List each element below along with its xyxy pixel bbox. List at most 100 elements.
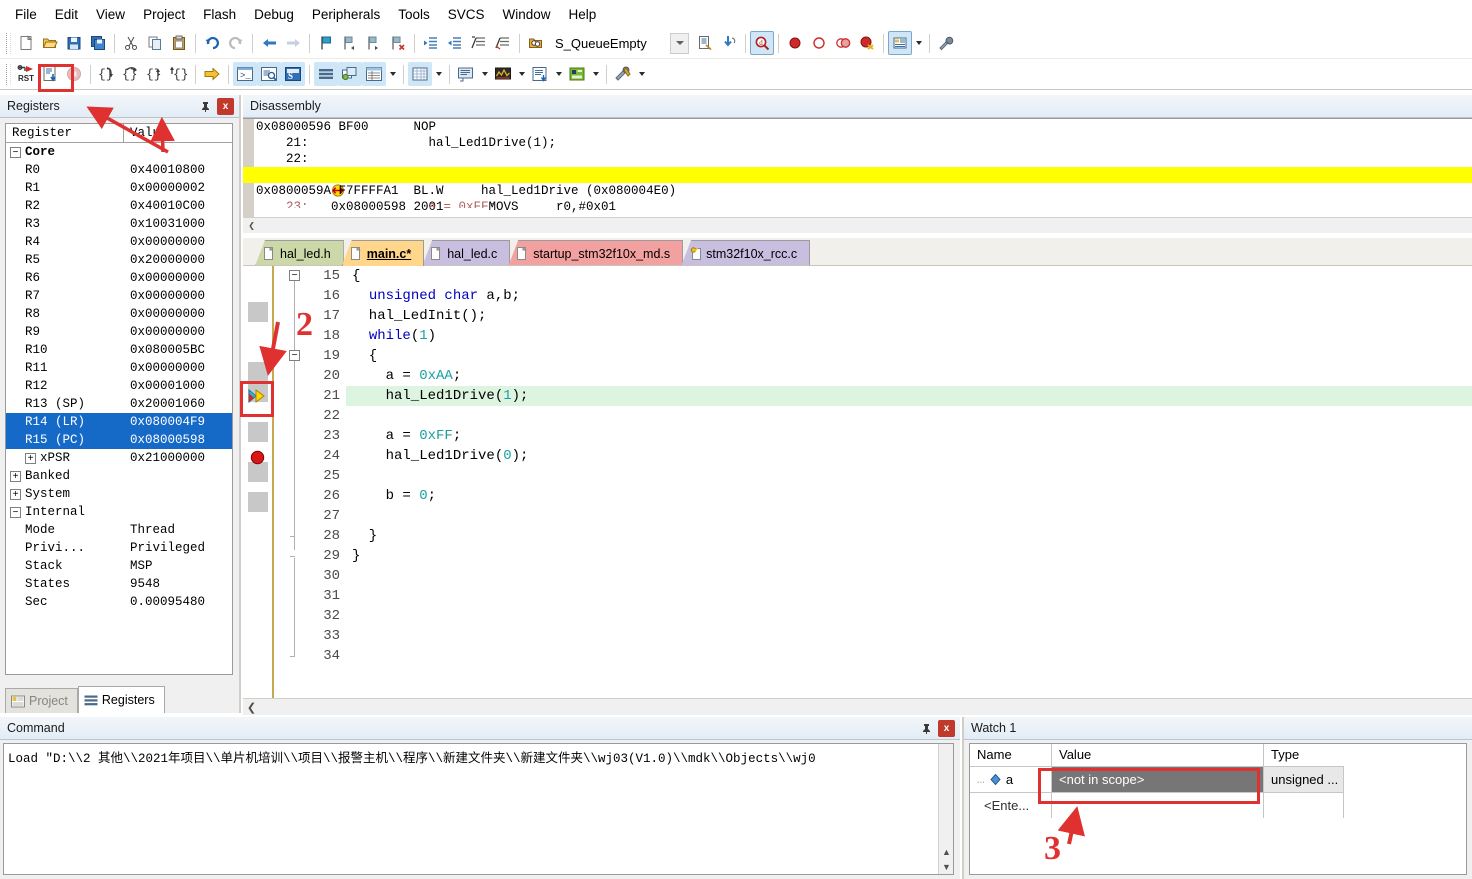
watch-row[interactable]: … a <not in scope> unsigned ... [970, 766, 1466, 792]
uncomment-icon[interactable] [491, 31, 515, 55]
register-row[interactable]: Sec 0.00095480 [6, 593, 232, 611]
register-row[interactable]: R6 0x00000000 [6, 269, 232, 287]
code-folding-margin[interactable]: − − [276, 266, 310, 698]
register-row[interactable]: R1 0x00000002 [6, 179, 232, 197]
reset-cpu-icon[interactable]: RST [14, 62, 38, 86]
code-line[interactable] [346, 626, 1472, 646]
outdent-icon[interactable] [443, 31, 467, 55]
breakpoint-enable-icon[interactable] [807, 31, 831, 55]
sidebar-tab-registers[interactable]: Registers [77, 686, 165, 713]
serial-window-icon[interactable] [454, 62, 478, 86]
breakpoint-kill-all-icon[interactable] [855, 31, 879, 55]
step-over-icon[interactable]: {} [119, 62, 143, 86]
watch-row-new[interactable]: <Ente... [970, 792, 1466, 818]
editor-tab-hal-led-h[interactable]: hal_led.h [255, 240, 344, 266]
fold-collapse-icon[interactable]: − [289, 350, 300, 361]
register-row[interactable]: Stack MSP [6, 557, 232, 575]
trace-window-dropdown[interactable] [552, 62, 565, 86]
editor-tab-main-c[interactable]: main.c* [341, 240, 425, 266]
menu-item-help[interactable]: Help [560, 4, 606, 25]
editor-tab-startup-s[interactable]: startup_stm32f10x_md.s [508, 240, 684, 266]
undo-icon[interactable] [200, 31, 224, 55]
code-line[interactable]: a = 0xAA; [346, 366, 1472, 386]
save-all-icon[interactable] [86, 31, 110, 55]
watch-value-cell[interactable]: <not in scope> [1052, 766, 1264, 792]
toolbox-dropdown[interactable] [635, 62, 648, 86]
system-viewer-icon[interactable] [565, 62, 589, 86]
disassembly-clipped-line[interactable]: 23: a = 0xFF; [243, 199, 1472, 208]
menu-item-project[interactable]: Project [134, 4, 194, 25]
insert-template-icon[interactable] [717, 31, 741, 55]
collapse-icon[interactable]: − [10, 146, 21, 158]
watch-name-cell[interactable]: … a [970, 766, 1052, 792]
disassembly-source-line[interactable]: 22: [243, 151, 1472, 167]
copy-icon[interactable] [143, 31, 167, 55]
breakpoint-margin[interactable] [243, 266, 274, 698]
scroll-up-icon[interactable]: ▲ [939, 844, 953, 859]
breakpoint-icon[interactable] [250, 450, 265, 468]
serial-window-dropdown[interactable] [478, 62, 491, 86]
run-to-cursor-icon[interactable]: {} [167, 62, 191, 86]
disassembly-view[interactable]: 0x08000596 BF00 NOP 21: hal_Led1Drive(1)… [243, 118, 1472, 233]
register-row[interactable]: R5 0x20000000 [6, 251, 232, 269]
new-file-icon[interactable] [14, 31, 38, 55]
watch-value-cell[interactable] [1052, 792, 1264, 818]
scroll-down-icon[interactable]: ▼ [939, 859, 953, 874]
paste-icon[interactable] [167, 31, 191, 55]
command-window-icon[interactable]: >_ [233, 62, 257, 86]
menu-item-edit[interactable]: Edit [46, 4, 87, 25]
toolbar-grip[interactable] [6, 63, 11, 85]
code-line[interactable]: } [346, 526, 1472, 546]
pin-icon[interactable] [918, 720, 935, 737]
editor-tab-hal-led-c[interactable]: hal_led.c [422, 240, 511, 266]
disassembly-source-line[interactable]: 21: hal_Led1Drive(1); [243, 135, 1472, 151]
collapse-icon[interactable]: − [10, 506, 21, 518]
show-next-statement-icon[interactable] [200, 62, 224, 86]
code-line[interactable]: b = 0; [346, 486, 1472, 506]
toolbar-grip[interactable] [6, 32, 11, 54]
close-icon[interactable]: x [217, 97, 234, 115]
manage-components-dropdown[interactable] [912, 31, 925, 55]
stop-icon[interactable] [62, 62, 86, 86]
bookmark-prev-icon[interactable] [338, 31, 362, 55]
target-options-icon[interactable] [524, 31, 548, 55]
code-line[interactable]: { [346, 346, 1472, 366]
disassembly-window-icon[interactable] [257, 62, 281, 86]
memory-window-icon[interactable] [408, 62, 432, 86]
watch-window-icon[interactable] [362, 62, 386, 86]
code-line[interactable] [346, 566, 1472, 586]
watch-new-expression-cell[interactable]: <Ente... [970, 792, 1052, 818]
menu-item-view[interactable]: View [87, 4, 134, 25]
chevron-down-icon[interactable] [670, 32, 689, 54]
editor-hscrollbar[interactable]: ❮ [243, 698, 1472, 715]
sidebar-tab-project[interactable]: Project [5, 688, 78, 713]
breakpoint-disable-all-icon[interactable] [831, 31, 855, 55]
register-group-internal[interactable]: − Internal [6, 503, 232, 521]
menu-item-file[interactable]: File [6, 4, 46, 25]
registers-tree[interactable]: Register Value − Core R0 0x40010800 R1 0x00… [5, 123, 233, 675]
indent-icon[interactable] [419, 31, 443, 55]
code-line[interactable] [346, 586, 1472, 606]
register-row[interactable]: R4 0x00000000 [6, 233, 232, 251]
symbols-window-icon[interactable]: S [281, 62, 305, 86]
menu-item-peripherals[interactable]: Peripherals [303, 4, 389, 25]
code-line[interactable]: a = 0xFF; [346, 426, 1472, 446]
command-vscrollbar[interactable]: ▲ ▼ [938, 744, 953, 874]
register-group-banked[interactable]: + Banked [6, 467, 232, 485]
manage-components-icon[interactable] [888, 31, 912, 55]
expand-icon[interactable]: + [10, 488, 21, 500]
scroll-left-icon[interactable]: ❮ [243, 700, 260, 715]
code-line[interactable] [346, 606, 1472, 626]
command-output[interactable]: Load "D:\\2 其他\\2021年项目\\单片机培训\\项目\\报警主机… [3, 743, 954, 875]
expand-icon[interactable]: + [10, 470, 21, 482]
find-in-files-icon[interactable] [693, 31, 717, 55]
register-row[interactable]: Privi... Privileged [6, 539, 232, 557]
system-viewer-dropdown[interactable] [589, 62, 602, 86]
code-line[interactable] [346, 506, 1472, 526]
configure-icon[interactable] [934, 31, 958, 55]
code-line[interactable]: { [346, 266, 1472, 286]
code-line[interactable]: while(1) [346, 326, 1472, 346]
trace-window-icon[interactable] [528, 62, 552, 86]
watch-table[interactable]: Name Value Type … a <not in scope> unsig… [969, 743, 1467, 875]
register-group-core[interactable]: − Core [6, 143, 232, 161]
